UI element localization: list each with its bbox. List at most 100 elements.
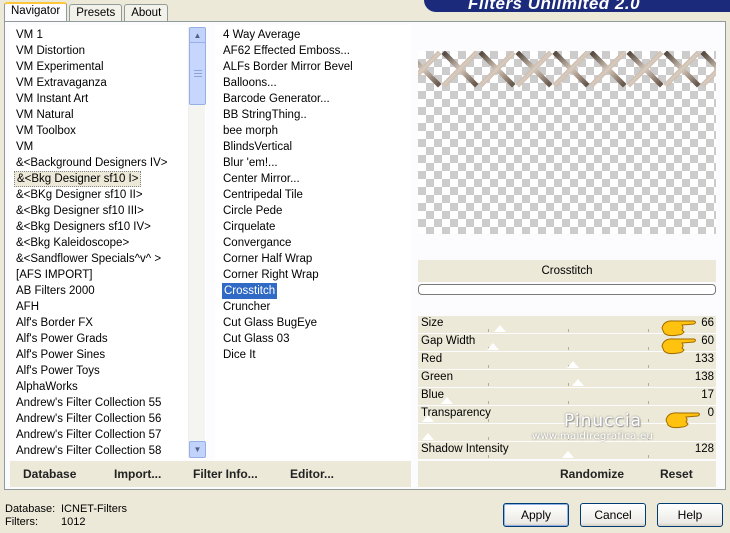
app-banner: Filters Unlimited 2.0 — [424, 0, 730, 12]
watermark-url: www.maidiregrafica.eu — [532, 431, 654, 442]
category-item[interactable]: Alf's Border FX — [16, 315, 93, 331]
category-list[interactable]: VM 1 VM Distortion VM Experimental VM Extra… — [10, 25, 206, 460]
filter-item[interactable]: BB StringThing.. — [223, 107, 307, 123]
category-item[interactable]: &<Bkg Designers sf10 IV> — [16, 219, 151, 235]
category-item[interactable]: Alf's Power Grads — [16, 331, 108, 347]
filter-item[interactable]: 4 Way Average — [223, 27, 300, 43]
slider-thumb[interactable] — [572, 379, 584, 386]
filter-item[interactable]: Barcode Generator... — [223, 91, 330, 107]
tab-presets[interactable]: Presets — [69, 4, 123, 22]
category-item[interactable]: &<Sandflower Specials^v^ > — [16, 251, 161, 267]
cancel-button[interactable]: Cancel — [580, 503, 646, 527]
filter-item[interactable]: AF62 Effected Emboss... — [223, 43, 350, 59]
randomize-button[interactable]: Randomize — [560, 467, 624, 481]
category-item[interactable]: &<Bkg Designer sf10 I> — [14, 171, 142, 187]
filter-item[interactable]: Circle Pede — [223, 203, 282, 219]
category-item[interactable]: AlphaWorks — [16, 379, 78, 395]
editor-button[interactable]: Editor... — [290, 467, 334, 481]
filter-item[interactable]: Cut Glass BugEye — [223, 315, 317, 331]
param-label: Shadow Intensity — [421, 443, 509, 455]
filter-item[interactable]: Cut Glass 03 — [223, 331, 289, 347]
filter-item[interactable]: Balloons... — [223, 75, 277, 91]
category-item[interactable]: Andrew's Filter Collection 55 — [16, 395, 161, 411]
filter-item[interactable]: Crosstitch — [222, 283, 278, 299]
pointing-hand-icon — [665, 412, 700, 429]
database-value: ICNET-Filters — [61, 503, 127, 515]
database-button[interactable]: Database — [23, 467, 76, 481]
filter-item[interactable]: bee morph — [223, 123, 278, 139]
param-value: 138 — [694, 371, 714, 383]
filter-list[interactable]: 4 Way Average AF62 Effected Emboss... ALFs… — [215, 25, 411, 460]
filter-item[interactable]: Corner Right Wrap — [223, 267, 319, 283]
filter-item[interactable]: ALFs Border Mirror Bevel — [223, 59, 353, 75]
import-button[interactable]: Import... — [114, 467, 161, 481]
filter-item[interactable]: Center Mirror... — [223, 171, 300, 187]
filters-info: Filters: 1012 — [5, 516, 86, 528]
help-button[interactable]: Help — [657, 503, 723, 527]
category-item[interactable]: VM Toolbox — [16, 123, 76, 139]
category-item[interactable]: Andrew's Filter Collection 56 — [16, 411, 161, 427]
param-value: 66 — [701, 317, 714, 329]
slider-thumb[interactable] — [441, 397, 453, 404]
slider-thumb[interactable] — [567, 361, 579, 368]
filter-item[interactable]: Convergance — [223, 235, 291, 251]
category-item[interactable]: &<BKg Designer sf10 II> — [16, 187, 143, 203]
filters-count: 1012 — [61, 516, 86, 528]
category-item[interactable]: &<Background Designers IV> — [16, 155, 168, 171]
category-item[interactable]: VM Experimental — [16, 59, 104, 75]
category-item[interactable]: [AFS IMPORT] — [16, 267, 92, 283]
slider-thumb[interactable] — [422, 433, 434, 440]
slider-thumb[interactable] — [487, 343, 499, 350]
category-item[interactable]: Alf's Power Sines — [16, 347, 105, 363]
category-item[interactable]: VM Extravaganza — [16, 75, 107, 91]
param-slider[interactable]: Shadow Intensity 128 — [418, 442, 716, 459]
tab-navigator[interactable]: Navigator — [4, 2, 68, 22]
scroll-thumb[interactable] — [189, 42, 206, 105]
crosstitch-preview-pattern — [418, 51, 716, 88]
category-item[interactable]: VM Distortion — [16, 43, 85, 59]
param-value: 60 — [701, 335, 714, 347]
filter-info-button[interactable]: Filter Info... — [193, 467, 258, 481]
param-value: 0 — [707, 407, 714, 419]
slider-thumb[interactable] — [562, 451, 574, 458]
param-label: Green — [421, 371, 453, 383]
category-item[interactable]: Alf's Power Toys — [16, 363, 100, 379]
reset-button[interactable]: Reset — [660, 467, 693, 481]
category-scrollbar[interactable]: ▲ ▼ — [188, 27, 206, 458]
category-item[interactable]: AFH — [16, 299, 39, 315]
filter-item[interactable]: Blur 'em!... — [223, 155, 278, 171]
slider-thumb[interactable] — [422, 415, 434, 422]
filter-item[interactable]: Cruncher — [223, 299, 270, 315]
filter-item[interactable]: Corner Half Wrap — [223, 251, 312, 267]
category-item[interactable]: &<Bkg Kaleidoscope> — [16, 235, 129, 251]
filter-item[interactable]: BlindsVertical — [223, 139, 292, 155]
navigator-button-bar: Database Import... Filter Info... Editor… — [10, 461, 411, 487]
category-item[interactable]: VM Instant Art — [16, 91, 88, 107]
filter-item[interactable]: Centripedal Tile — [223, 187, 303, 203]
category-item[interactable]: VM 1 — [16, 27, 43, 43]
category-item[interactable]: VM Natural — [16, 107, 74, 123]
param-slider[interactable]: Blue 17 — [418, 388, 716, 405]
tab-about[interactable]: About — [124, 4, 169, 22]
apply-button[interactable]: Apply — [503, 503, 569, 527]
category-item[interactable]: AB Filters 2000 — [16, 283, 95, 299]
watermark-name: Pinuccia — [564, 411, 642, 431]
app-title: Filters Unlimited 2.0 — [468, 0, 641, 12]
filter-item[interactable]: Dice It — [223, 347, 256, 363]
param-slider[interactable]: Green 138 — [418, 370, 716, 387]
category-item[interactable]: &<Bkg Designer sf10 III> — [16, 203, 144, 219]
pointing-hand-icon — [661, 338, 696, 355]
progress-bar — [418, 284, 716, 295]
param-label: Red — [421, 353, 443, 365]
param-value: 17 — [701, 389, 714, 401]
category-item[interactable]: VM — [16, 139, 33, 155]
category-item[interactable]: Andrew's Filter Collection 58 — [16, 443, 161, 459]
slider-thumb[interactable] — [494, 325, 506, 332]
selected-filter-name: Crosstitch — [418, 260, 716, 282]
param-value: 128 — [694, 443, 714, 455]
scroll-down-button[interactable]: ▼ — [189, 441, 206, 458]
filter-item[interactable]: Cirquelate — [223, 219, 275, 235]
param-button-bar: Randomize Reset — [418, 461, 716, 487]
category-item[interactable]: Andrew's Filter Collection 57 — [16, 427, 161, 443]
database-info: Database: ICNET-Filters — [5, 503, 127, 515]
